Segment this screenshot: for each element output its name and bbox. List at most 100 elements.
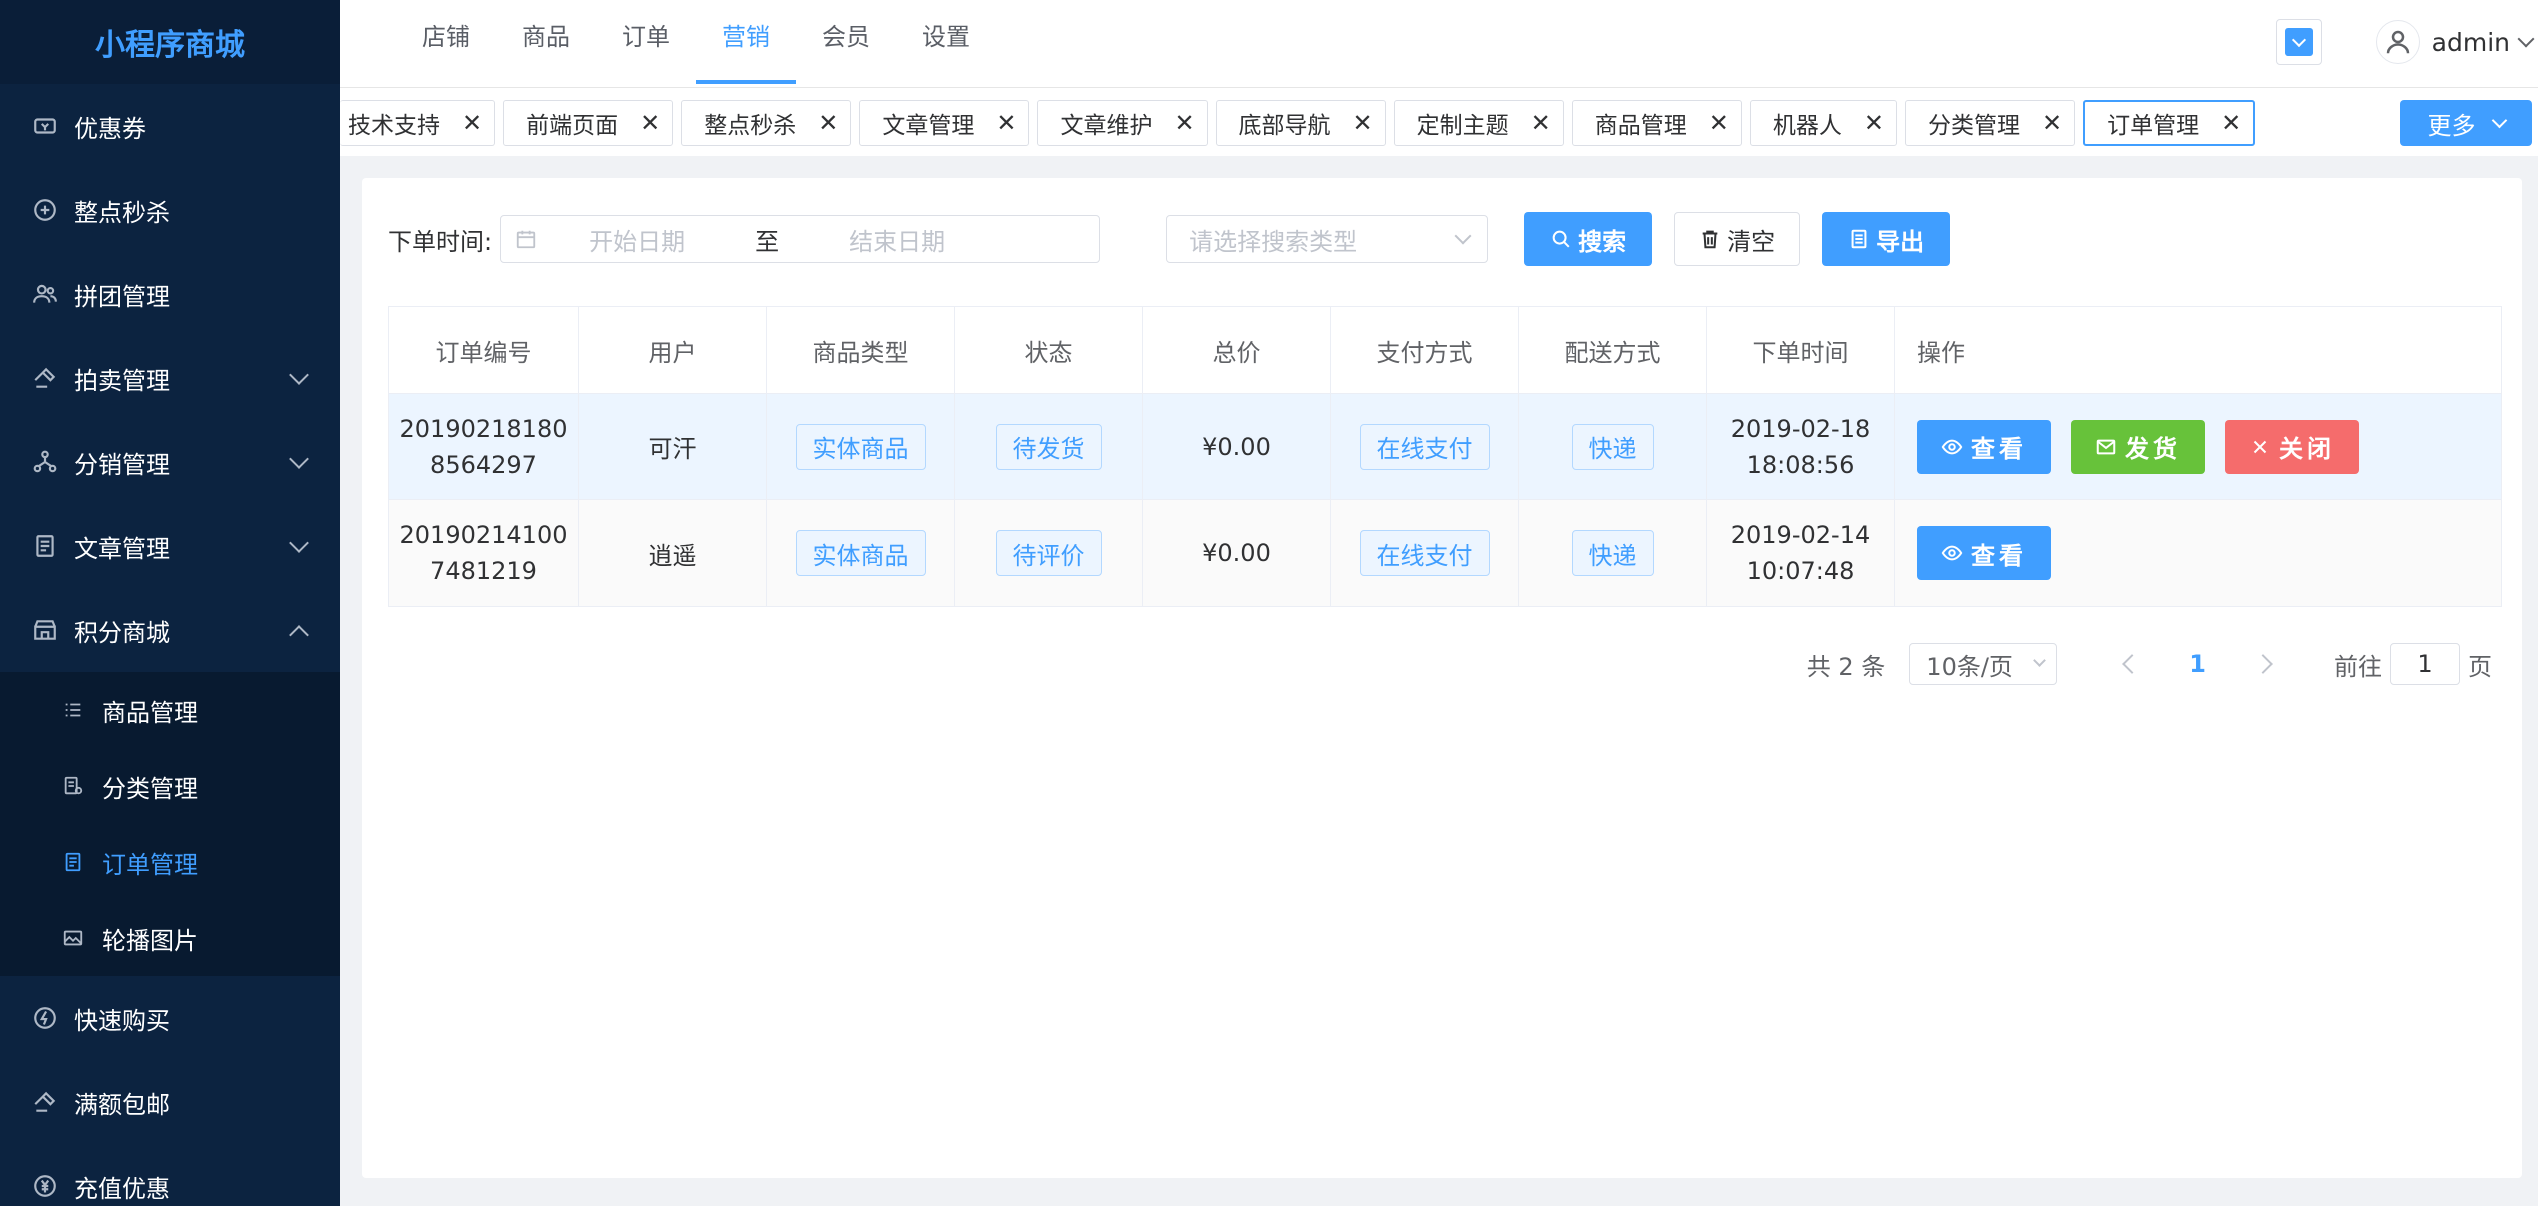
- chevron-down-icon: [289, 365, 309, 385]
- tag-bottom-nav[interactable]: 底部导航 ✕: [1215, 100, 1386, 146]
- sidebar-item-article[interactable]: 文章管理: [0, 504, 340, 588]
- sidebar-subitem-orders[interactable]: 订单管理: [0, 824, 340, 900]
- next-page-icon[interactable]: [2253, 654, 2273, 674]
- sidebar-item-coupon[interactable]: 优惠券: [0, 84, 340, 168]
- tag-custom-theme[interactable]: 定制主题 ✕: [1393, 100, 1564, 146]
- close-icon[interactable]: ✕: [1709, 109, 1729, 137]
- nav-tab-orders[interactable]: 订单: [596, 0, 696, 84]
- chevron-down-icon: [289, 533, 309, 553]
- col-payment: 支付方式: [1331, 307, 1519, 393]
- top-header: 店铺 商品 订单 营销 会员 设置 admin: [340, 0, 2538, 88]
- export-button[interactable]: 导出: [1822, 212, 1951, 266]
- view-button[interactable]: 查看: [1917, 526, 2051, 580]
- sidebar-item-label: 文章管理: [74, 534, 170, 563]
- status-badge: 待发货: [995, 423, 1102, 470]
- image-icon: [60, 925, 86, 951]
- sidebar-subitem-category[interactable]: 分类管理: [0, 748, 340, 824]
- header-right: admin: [2275, 0, 2538, 84]
- close-icon[interactable]: ✕: [640, 109, 660, 137]
- prev-page-icon[interactable]: [2122, 654, 2143, 674]
- clear-button-label: 清空: [1727, 227, 1776, 256]
- view-button[interactable]: 查看: [1917, 419, 2051, 474]
- ship-label: 发货: [2125, 435, 2181, 463]
- tag-goods-manage[interactable]: 商品管理 ✕: [1571, 100, 1742, 146]
- list-icon: [60, 697, 86, 723]
- ship-button[interactable]: 发货: [2071, 419, 2205, 474]
- tag-article-manage[interactable]: 文章管理 ✕: [859, 100, 1030, 146]
- search-type-placeholder: 请选择搜索类型: [1189, 227, 1358, 256]
- current-page[interactable]: 1: [2189, 650, 2206, 678]
- chevron-down-icon[interactable]: [2517, 30, 2535, 48]
- search-button[interactable]: 搜索: [1524, 212, 1653, 266]
- nav-tab-goods[interactable]: 商品: [496, 0, 596, 84]
- close-icon[interactable]: ✕: [1864, 109, 1884, 137]
- close-icon[interactable]: ✕: [1353, 109, 1373, 137]
- view-label: 查看: [1971, 435, 2027, 463]
- sidebar-item-flash-sale[interactable]: 整点秒杀: [0, 168, 340, 252]
- brand-logo[interactable]: 小程序商城: [0, 0, 340, 84]
- avatar[interactable]: [2375, 20, 2420, 64]
- nav-tab-shop[interactable]: 店铺: [396, 0, 496, 84]
- close-icon[interactable]: ✕: [818, 109, 838, 137]
- eye-icon: [1941, 545, 1963, 561]
- sidebar-item-auction[interactable]: 拍卖管理: [0, 336, 340, 420]
- tag-label: 文章管理: [882, 113, 975, 139]
- row-actions: 查看: [1895, 500, 2501, 606]
- tag-tech-support[interactable]: 技术支持 ✕: [340, 100, 496, 146]
- sidebar-item-label: 拍卖管理: [74, 366, 170, 395]
- date-range-picker[interactable]: 开始日期 至 结束日期: [500, 215, 1101, 263]
- sidebar-item-label: 满额包邮: [74, 1090, 170, 1119]
- end-date-input[interactable]: 结束日期: [797, 222, 997, 257]
- chevron-down-icon: [289, 449, 309, 469]
- group-icon: [30, 279, 60, 309]
- nav-tab-marketing[interactable]: 营销: [696, 0, 796, 84]
- sidebar-item-label: 分销管理: [74, 450, 170, 479]
- close-icon[interactable]: ✕: [2042, 109, 2062, 137]
- tag-label: 订单管理: [2107, 113, 2200, 139]
- sidebar-item-quick-buy[interactable]: 快速购买: [0, 976, 340, 1060]
- sidebar-item-points-mall[interactable]: 积分商城: [0, 588, 340, 672]
- tag-category-manage[interactable]: 分类管理 ✕: [1904, 100, 2076, 146]
- sidebar-subitem-goods[interactable]: 商品管理: [0, 672, 340, 748]
- clear-button[interactable]: 清空: [1674, 212, 1801, 266]
- tag-flash-sale[interactable]: 整点秒杀 ✕: [681, 100, 852, 146]
- close-icon[interactable]: ✕: [1531, 109, 1551, 137]
- nav-tab-settings[interactable]: 设置: [896, 0, 996, 84]
- order-no: 201902141007481219: [399, 521, 568, 585]
- category-icon: [60, 773, 86, 799]
- tag-order-manage[interactable]: 订单管理 ✕: [2083, 100, 2256, 146]
- order-time: 2019-02-18 18:08:56: [1730, 414, 1871, 479]
- tag-label: 技术支持: [348, 113, 440, 139]
- goto-page-input[interactable]: 1: [2390, 643, 2460, 685]
- order-user: 可汗: [579, 394, 767, 499]
- order-total: ¥0.00: [1143, 394, 1331, 499]
- tag-robot[interactable]: 机器人 ✕: [1749, 100, 1897, 146]
- tag-article-maintain[interactable]: 文章维护 ✕: [1037, 100, 1208, 146]
- tag-frontend-page[interactable]: 前端页面 ✕: [503, 100, 674, 146]
- sidebar-item-group-buy[interactable]: 拼团管理: [0, 252, 340, 336]
- close-icon[interactable]: ✕: [996, 109, 1016, 137]
- close-icon[interactable]: ✕: [462, 109, 482, 137]
- username[interactable]: admin: [2432, 28, 2510, 57]
- more-tags-button[interactable]: 更多: [2400, 100, 2532, 146]
- sidebar-item-recharge[interactable]: 充值优惠: [0, 1144, 340, 1206]
- col-order-time: 下单时间: [1707, 307, 1895, 393]
- close-order-button[interactable]: 关闭: [2225, 419, 2359, 474]
- sidebar-subitem-label: 轮播图片: [102, 926, 198, 955]
- table-row: 201902181808564297 可汗 实体商品 待发货 ¥0.00 在线支…: [389, 394, 2501, 500]
- close-icon[interactable]: ✕: [1174, 109, 1194, 137]
- sidebar-item-distribution[interactable]: 分销管理: [0, 420, 340, 504]
- sidebar-item-free-shipping[interactable]: 满额包邮: [0, 1060, 340, 1144]
- page-size-select[interactable]: 10条/页: [1909, 643, 2058, 685]
- col-goods-type: 商品类型: [767, 307, 955, 393]
- col-user: 用户: [579, 307, 767, 393]
- sidebar-subitem-label: 订单管理: [102, 850, 198, 879]
- search-type-select[interactable]: 请选择搜索类型: [1166, 215, 1489, 263]
- sidebar-item-label: 积分商城: [74, 618, 170, 647]
- start-date-input[interactable]: 开始日期: [537, 222, 737, 257]
- sidebar-subitem-banner[interactable]: 轮播图片: [0, 900, 340, 976]
- dropdown-toggle-button[interactable]: [2275, 19, 2322, 65]
- nav-tab-members[interactable]: 会员: [796, 0, 896, 84]
- close-icon[interactable]: ✕: [2221, 109, 2241, 137]
- sidebar: 小程序商城 优惠券 整点秒杀 拼团管理 拍卖管理 分销管理 文章管理 积分商城 …: [0, 0, 340, 1206]
